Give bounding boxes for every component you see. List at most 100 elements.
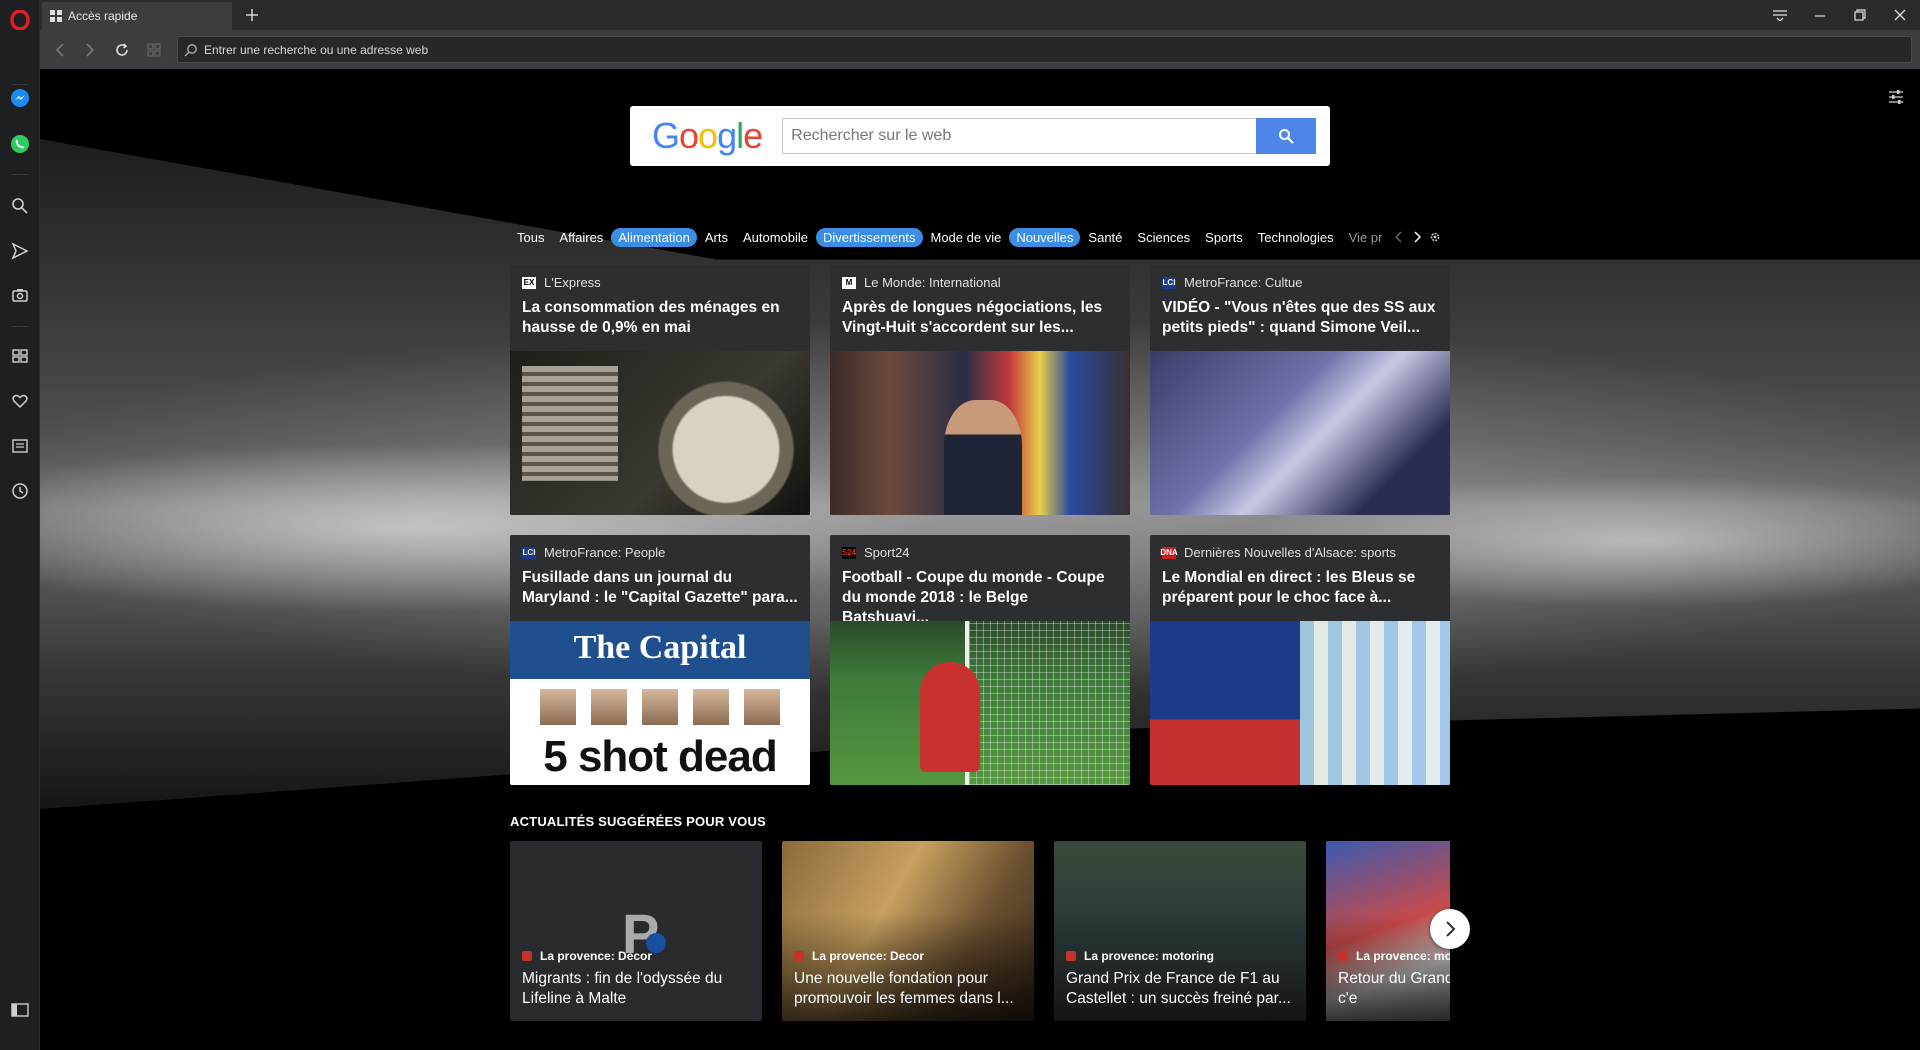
- chevron-left-icon: [55, 43, 64, 57]
- browser-window: Accès rapide Entrer une recherche ou une…: [0, 0, 1920, 1050]
- heart-icon: [12, 394, 28, 409]
- opera-menu-button[interactable]: [6, 6, 34, 34]
- sidebar-separator: [12, 174, 28, 175]
- opera-logo-icon: [10, 10, 30, 30]
- search-button[interactable]: [6, 192, 34, 220]
- suggested-title: Une nouvelle fondation pour promouvoir l…: [794, 970, 1014, 1007]
- category-arts[interactable]: Arts: [698, 228, 735, 247]
- news-card[interactable]: M Le Monde: International Après de longue…: [830, 265, 1130, 515]
- bookmarks-button[interactable]: [6, 387, 34, 415]
- suggested-next-button[interactable]: [1430, 909, 1470, 949]
- forward-button[interactable]: [78, 38, 102, 62]
- chevron-right-icon: [86, 43, 95, 57]
- restore-icon: [1854, 9, 1866, 21]
- chevron-right-icon: [1414, 231, 1422, 243]
- easy-setup-button[interactable]: [1884, 85, 1908, 109]
- category-sciences[interactable]: Sciences: [1130, 228, 1197, 247]
- speed-dial-nav-button[interactable]: [142, 38, 166, 62]
- news-card[interactable]: DNA Dernières Nouvelles d'Alsace: sports …: [1150, 535, 1450, 785]
- news-card[interactable]: LCI MetroFrance: People Fusillade dans un…: [510, 535, 810, 785]
- messenger-icon: [11, 89, 29, 107]
- plus-icon: [246, 9, 258, 21]
- news-source: MetroFrance: Cultue: [1184, 275, 1303, 290]
- panel-icon: [11, 1003, 29, 1017]
- newspaper-photos: [540, 689, 780, 725]
- categories-settings-button[interactable]: [1426, 231, 1444, 243]
- suggested-source: La provence: Decor: [540, 949, 653, 963]
- news-source: Sport24: [864, 545, 910, 560]
- category-alimentation[interactable]: Alimentation: [611, 227, 697, 247]
- category-nouvelles[interactable]: Nouvelles: [1009, 227, 1081, 247]
- reload-button[interactable]: [110, 38, 134, 62]
- source-logo: [1066, 951, 1076, 961]
- grid-icon: [50, 10, 62, 22]
- category-sports[interactable]: Sports: [1198, 228, 1250, 247]
- newspaper-masthead: The Capital: [510, 621, 810, 679]
- google-search-button[interactable]: [1256, 118, 1316, 154]
- category-sante[interactable]: Santé: [1081, 228, 1129, 247]
- restore-button[interactable]: [1840, 0, 1880, 30]
- source-logo: [522, 951, 532, 961]
- google-search-box: Google: [630, 106, 1330, 166]
- grid-icon: [12, 349, 28, 363]
- carousel-clip: [1450, 841, 1920, 1041]
- snapshot-button[interactable]: [6, 281, 34, 309]
- category-technologies[interactable]: Technologies: [1251, 228, 1341, 247]
- news-image: [830, 351, 1130, 515]
- send-icon: [11, 242, 29, 260]
- tab-menu-icon: [1773, 10, 1787, 21]
- news-image: [1150, 621, 1450, 785]
- minimize-icon: [1815, 15, 1825, 17]
- source-logo: LCI: [522, 546, 536, 559]
- speed-dial-page: Google Tous Affaires Alimentation Arts A…: [40, 69, 1920, 1050]
- whatsapp-icon: [11, 135, 29, 153]
- source-logo: S24: [841, 546, 857, 559]
- news-source: Dernières Nouvelles d'Alsace: sports: [1184, 545, 1397, 560]
- flow-button[interactable]: [6, 237, 34, 265]
- speed-dial-button[interactable]: [6, 342, 34, 370]
- news-title: Football - Coupe du monde - Coupe du mon…: [842, 569, 1105, 626]
- gear-icon: [1431, 232, 1440, 242]
- suggested-news-title: ACTUALITÉS SUGGÉRÉES POUR VOUS: [510, 814, 766, 829]
- messenger-button[interactable]: [6, 84, 34, 112]
- news-image: [1150, 351, 1450, 515]
- tab-menu-button[interactable]: [1760, 0, 1800, 30]
- category-tous[interactable]: Tous: [510, 228, 551, 247]
- category-vie-pratique[interactable]: Vie pr: [1342, 228, 1390, 247]
- tab-speed-dial[interactable]: Accès rapide: [42, 2, 232, 30]
- category-affaires[interactable]: Affaires: [552, 228, 610, 247]
- suggested-card[interactable]: P La provence: Decor Migrants : fin de l…: [510, 841, 762, 1021]
- google-search-input[interactable]: [782, 118, 1257, 154]
- news-image: The Capital 5 shot dead: [510, 621, 810, 785]
- suggested-card[interactable]: La provence: motoring Grand Prix de Fran…: [1054, 841, 1306, 1021]
- category-mode-de-vie[interactable]: Mode de vie: [924, 228, 1009, 247]
- clock-icon: [12, 483, 28, 499]
- chevron-right-icon: [1446, 921, 1456, 937]
- sidebar-toggle-button[interactable]: [6, 996, 34, 1024]
- news-card[interactable]: EX L'Express La consommation des ménages …: [510, 265, 810, 515]
- categories-prev-button[interactable]: [1390, 231, 1408, 243]
- category-automobile[interactable]: Automobile: [736, 228, 815, 247]
- news-title: La consommation des ménages en hausse de…: [522, 299, 780, 336]
- url-input[interactable]: [204, 37, 1911, 62]
- search-icon: [12, 198, 28, 214]
- history-button[interactable]: [6, 477, 34, 505]
- camera-icon: [12, 289, 28, 302]
- minimize-button[interactable]: [1800, 0, 1840, 30]
- back-button[interactable]: [48, 38, 72, 62]
- news-card[interactable]: S24 Sport24 Football - Coupe du monde - C…: [830, 535, 1130, 785]
- new-tab-button[interactable]: [240, 3, 264, 27]
- source-logo: LCI: [1162, 276, 1176, 289]
- category-divertissements[interactable]: Divertissements: [816, 227, 923, 247]
- news-source: L'Express: [544, 275, 601, 290]
- news-source: Le Monde: International: [864, 275, 1001, 290]
- whatsapp-button[interactable]: [6, 130, 34, 158]
- categories-next-button[interactable]: [1408, 231, 1426, 243]
- news-card[interactable]: LCI MetroFrance: Cultue VIDÉO - "Vous n'ê…: [1150, 265, 1450, 515]
- source-logo: [794, 951, 804, 961]
- address-bar: [40, 30, 1920, 69]
- close-button[interactable]: [1880, 0, 1920, 30]
- url-field[interactable]: [177, 36, 1912, 63]
- news-button[interactable]: [6, 432, 34, 460]
- suggested-card[interactable]: La provence: Decor Une nouvelle fondatio…: [782, 841, 1034, 1021]
